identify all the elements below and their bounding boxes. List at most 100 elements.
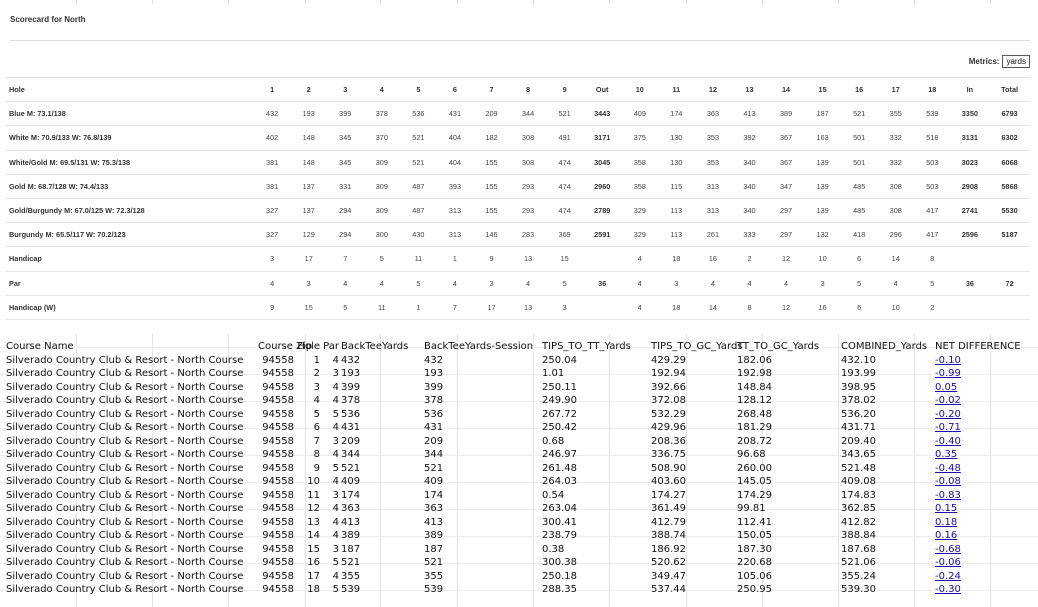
- net-difference-link[interactable]: -0.06: [935, 557, 961, 568]
- table-cell: 409: [341, 476, 361, 487]
- scorecard-cell: 417: [914, 198, 951, 224]
- scorecard-cell: 155: [473, 174, 510, 199]
- scorecard-cell: 72: [989, 271, 1030, 296]
- scorecard-cell: 2908: [950, 174, 990, 199]
- table-cell: 94558: [262, 503, 294, 514]
- table-cell: 264.03: [542, 476, 577, 487]
- table-row: Silverado Country Club & Resort - North …: [6, 543, 1025, 557]
- scorecard-cell: 9: [473, 246, 510, 272]
- net-difference-link[interactable]: 0.16: [935, 530, 957, 541]
- scorecard-cell: 309: [363, 150, 401, 175]
- table-cell: 94558: [262, 516, 294, 528]
- column-header: TT_TO_GC_Yards: [737, 341, 820, 352]
- table-cell: 246.97: [542, 449, 577, 460]
- scorecard-cell: 7: [473, 76, 510, 103]
- table-cell: 174.27: [651, 489, 686, 501]
- table-cell: 105.06: [737, 570, 772, 582]
- scorecard-cell: 402: [253, 125, 291, 151]
- scorecard-cell: 294: [326, 198, 364, 224]
- table-cell: 431.71: [841, 422, 876, 433]
- table-cell: 94558: [262, 422, 294, 433]
- table-cell: 537.44: [651, 584, 686, 595]
- table-cell: 5: [332, 408, 339, 420]
- net-difference-cell: -0.10: [935, 354, 1025, 368]
- table-row: Silverado Country Club & Resort - North …: [6, 475, 1025, 489]
- scorecard-cell: 11: [658, 76, 695, 103]
- net-difference-link[interactable]: -0.24: [935, 571, 961, 582]
- scorecard-row: Blue M: 73.1/138 432 193 399 378 536 431 209 344…: [6, 101, 1030, 127]
- scorecard-cell: 187: [804, 101, 841, 127]
- scorecard-cell: 193: [290, 101, 327, 127]
- net-difference-link[interactable]: -0.40: [935, 436, 961, 447]
- net-difference-link[interactable]: 0.05: [935, 382, 957, 393]
- scorecard-cell: 174: [658, 101, 695, 127]
- scorecard-cell: 404: [436, 125, 474, 151]
- scorecard-cell: 18: [658, 246, 695, 272]
- table-cell: 94558: [262, 449, 294, 460]
- scorecard-cell: [950, 246, 990, 272]
- scorecard-cell: 12: [767, 295, 805, 320]
- scorecard-cell: 355: [877, 101, 915, 127]
- table-cell: 521: [424, 557, 444, 568]
- scorecard-row: Handicap 3 17 7 5 11 1 9 13 15 4 18 16 2 12 10 6 14 8: [6, 246, 1030, 272]
- scorecard-cell: 12: [767, 246, 805, 272]
- scorecard-header-row: Hole 1 2 3 4 5 6 7 8 9 Out 10 11 12 13 14 15 16 17 18 In Tota…: [6, 76, 1030, 103]
- scorecard-cell: 163: [804, 125, 841, 151]
- scorecard-row-label: White M: 70.9/133 W: 76.8/139: [6, 125, 254, 151]
- table-cell: 539: [341, 584, 361, 595]
- table-cell: 4: [332, 570, 339, 582]
- scorecard-cell: 296: [877, 222, 915, 248]
- table-cell: 432.10: [841, 354, 876, 366]
- net-difference-link[interactable]: -0.02: [935, 395, 961, 406]
- scorecard-cell: 521: [546, 101, 583, 127]
- table-cell: Silverado Country Club & Resort - North …: [6, 449, 244, 460]
- scorecard-cell: 329: [621, 222, 659, 248]
- table-cell: 99.81: [737, 503, 766, 514]
- table-cell: 4: [332, 516, 339, 528]
- table-cell: 4: [332, 395, 339, 406]
- net-difference-link[interactable]: -0.20: [935, 409, 961, 420]
- net-difference-link[interactable]: -0.83: [935, 490, 961, 501]
- scorecard-cell: 113: [658, 198, 695, 224]
- metrics-select[interactable]: yards: [1002, 55, 1030, 68]
- net-difference-link[interactable]: 0.18: [935, 517, 957, 528]
- scorecard-cell: 501: [840, 125, 878, 151]
- table-cell: 8: [313, 449, 320, 460]
- scorecard-cell: 332: [877, 150, 915, 175]
- net-difference-link[interactable]: 0.15: [935, 503, 957, 514]
- table-cell: 174.83: [841, 489, 876, 501]
- scorecard-cell: Out: [582, 76, 622, 103]
- table-cell: 182.06: [737, 354, 772, 366]
- scorecard-cell: 381: [253, 174, 291, 199]
- net-difference-link[interactable]: -0.48: [935, 463, 961, 474]
- table-cell: 355.24: [841, 570, 876, 582]
- net-difference-link[interactable]: 0.35: [935, 449, 957, 460]
- table-cell: Silverado Country Club & Resort - North …: [6, 503, 244, 514]
- scorecard-cell: 6793: [989, 101, 1030, 127]
- net-difference-link[interactable]: -0.68: [935, 544, 961, 555]
- scorecard-cell: 503: [914, 174, 951, 199]
- scorecard-cell: 129: [290, 222, 327, 248]
- scorecard-cell: 375: [621, 125, 659, 151]
- net-difference-link[interactable]: -0.10: [935, 355, 961, 366]
- scorecard-cell: 4: [363, 76, 401, 103]
- table-cell: 250.42: [542, 422, 577, 433]
- scorecard-cell: 5: [546, 271, 583, 296]
- scorecard-cell: 308: [509, 125, 547, 151]
- scorecard-cell: 370: [363, 125, 401, 151]
- net-difference-link[interactable]: -0.71: [935, 422, 961, 433]
- net-difference-link[interactable]: -0.99: [935, 368, 961, 379]
- net-difference-link[interactable]: -0.30: [935, 584, 961, 595]
- table-cell: 10: [307, 476, 320, 487]
- table-cell: 187.30: [737, 543, 772, 555]
- table-cell: 0.38: [542, 543, 565, 555]
- column-header: Hole: [297, 341, 320, 352]
- table-cell: 412.82: [841, 516, 876, 528]
- table-cell: 521: [424, 462, 444, 474]
- scorecard-cell: 5: [363, 246, 401, 272]
- scorecard-row-label: Par: [6, 271, 254, 296]
- net-difference-link[interactable]: -0.08: [935, 476, 961, 487]
- scorecard-cell: 4: [436, 271, 474, 296]
- table-row: Silverado Country Club & Resort - North …: [6, 462, 1025, 476]
- table-cell: 94558: [262, 408, 294, 420]
